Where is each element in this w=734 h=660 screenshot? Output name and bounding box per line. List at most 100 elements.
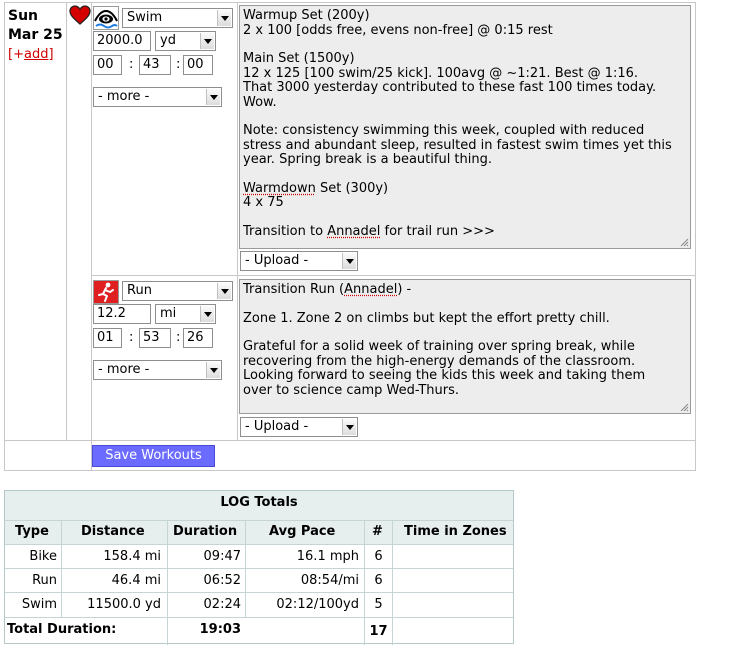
grid-line [237,3,238,440]
notes-line: 4 x 75 [243,195,284,210]
more-select-value: - more - [98,89,150,104]
header-count: # [372,524,383,539]
notes-line: Grateful for a solid week of training ov… [243,339,635,354]
header-type: Type [15,524,49,539]
chevron-down-icon [217,10,231,26]
row-type: Run [32,573,57,588]
save-workouts-button[interactable]: Save Workouts [92,445,215,467]
sport-select-value: Run [127,283,152,298]
row-duration: 06:52 [203,573,241,588]
sport-select-swim[interactable]: Swim [122,8,233,28]
notes-line: recovering from the high-energy demands … [243,353,636,369]
unit-select-value: yd [160,33,176,48]
upload-select[interactable]: - Upload - [240,417,358,437]
distance-input[interactable]: 12.2 [93,304,151,324]
minutes-input[interactable]: 43 [139,55,171,75]
header-duration: Duration [173,524,238,539]
notes-line: Looking forward to seeing the kids this … [243,368,646,383]
time-separator: : [176,330,181,345]
row-duration: 09:47 [203,549,241,564]
distance-input[interactable]: 2000.0 [93,31,151,51]
date-cell: Sun Mar 25 [+add] [8,7,63,64]
more-options-select[interactable]: - more - [93,87,222,107]
notes-line: 2 x 100 [odds free, evens non-free] @ 0:… [243,22,553,38]
notes-text: Transition Run ( [243,282,345,297]
totals-title: LOG Totals [5,491,513,520]
resize-grip-icon[interactable] [679,237,689,247]
hours-input[interactable]: 01 [93,328,122,348]
grid-line [364,521,365,645]
chevron-down-icon [342,253,356,269]
swim-sport-icon [93,6,119,30]
row-distance: 158.4 mi [103,549,161,564]
seconds-input[interactable]: 26 [183,328,213,348]
add-workout-link[interactable]: [+add] [8,45,63,64]
notes-line: stress and abundant sleep, resulted in f… [243,137,672,153]
notes-line: Zone 1. Zone 2 on climbs but kept the ef… [243,310,610,326]
row-distance: 46.4 mi [111,573,161,588]
total-duration-value: 19:03 [199,622,241,637]
notes-line: Transition to Annadel for trail run >>> [243,223,688,240]
hours-input[interactable]: 00 [93,55,122,75]
notes-line: Wow. [243,94,277,110]
time-separator: : [129,57,134,72]
notes-line: Main Set (1500y) [243,51,355,66]
grid-line [392,521,393,645]
resize-grip-icon[interactable] [679,402,689,412]
total-count-value: 17 [369,624,388,639]
grid-line [91,3,92,470]
log-totals-table: LOG Totals Type Distance Duration Avg Pa… [4,490,514,645]
swim-icon [94,9,118,29]
distance-unit-select[interactable]: mi [155,304,216,324]
seconds-input[interactable]: 00 [183,55,213,75]
add-plus: + [13,47,24,62]
run-icon [94,281,118,303]
notes-text: for trail run >>> [380,223,495,239]
header-avg-pace: Avg Pace [269,524,336,539]
notes-line: That 3000 yesterday contributed to these… [243,80,657,95]
time-separator: : [176,57,181,72]
chevron-down-icon [217,283,231,299]
spellcheck-word: Annadel [344,282,398,297]
notes-text: Set (300y) [315,180,389,196]
header-time-in-zones: Time in Zones [404,524,507,539]
notes-text: ) - [397,282,412,297]
grid-line [167,521,168,645]
notes-line: Note: consistency swimming this week, co… [243,123,645,138]
chevron-down-icon [200,33,214,49]
row-count: 5 [374,597,383,612]
grid-line [91,275,695,276]
spellcheck-word: Annadel [327,223,381,239]
distance-unit-select[interactable]: yd [155,31,216,51]
sport-select-run[interactable]: Run [122,281,233,301]
notes-line: Warmdown Set (300y) [243,180,688,197]
add-link-label: add [23,47,49,62]
swim-notes-textarea[interactable]: Warmup Set (200y) 2 x 100 [odds free, ev… [239,5,691,249]
row-duration: 02:24 [203,597,241,612]
grid-line [245,521,246,617]
notes-line: year. Spring break is a beautiful thing. [243,152,493,167]
upload-select[interactable]: - Upload - [240,251,358,271]
row-count: 6 [374,573,383,588]
notes-line: Warmup Set (200y) [243,8,370,23]
row-distance: 11500.0 yd [87,597,161,612]
chevron-down-icon [200,306,214,322]
date-label: Mar 25 [8,27,63,43]
notes-text: Transition to [243,223,328,239]
row-avg-pace: 02:12/100yd [276,597,359,612]
grid-line [66,3,67,440]
minutes-input[interactable]: 53 [139,328,171,348]
row-avg-pace: 16.1 mph [296,549,359,564]
upload-select-value: - Upload - [245,419,309,434]
row-type: Bike [29,549,57,564]
run-notes-textarea[interactable]: Transition Run (Annadel) - Zone 1. Zone … [239,279,691,414]
more-select-value: - more - [98,362,150,377]
chevron-down-icon [206,89,220,105]
header-distance: Distance [81,524,145,539]
notes-line: Transition Run (Annadel) - [243,282,688,298]
heart-icon[interactable] [69,5,91,25]
more-options-select[interactable]: - more - [93,360,222,380]
sport-select-value: Swim [127,10,163,25]
notes-line: 12 x 125 [100 swim/25 kick]. 100avg @ ~1… [243,65,639,81]
row-count: 6 [374,549,383,564]
